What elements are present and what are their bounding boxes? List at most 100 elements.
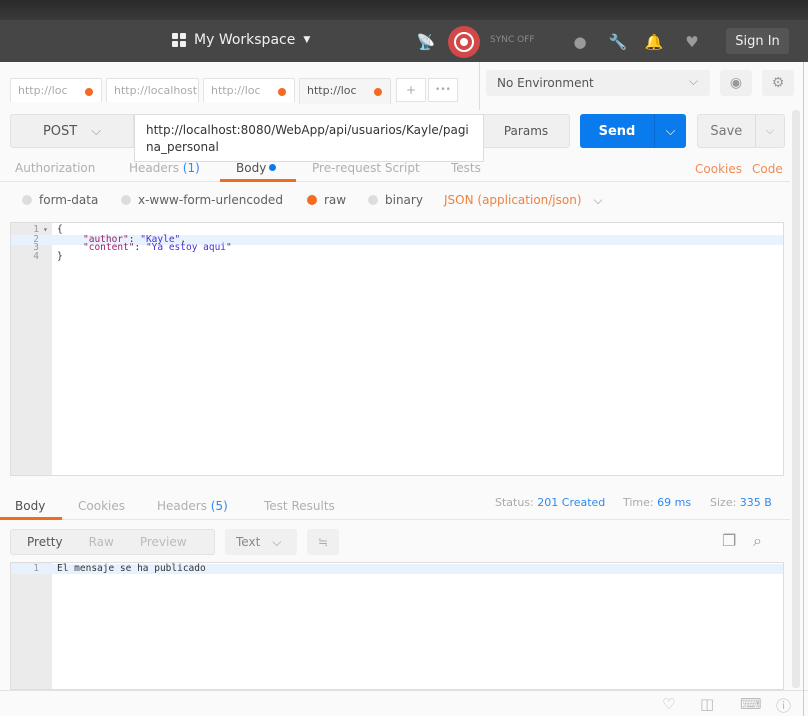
wrench-icon[interactable]: 🔧: [608, 32, 628, 52]
request-tab[interactable]: http://localhost: [106, 78, 199, 102]
two-pane-layout-icon[interactable]: ◫: [700, 695, 714, 713]
tab-test-results[interactable]: Test Results: [264, 499, 335, 513]
workspace-switcher[interactable]: My Workspace ▼: [172, 32, 310, 48]
content-type-select[interactable]: JSON (application/json) ⌵: [444, 193, 603, 208]
request-tab-active[interactable]: http://loc: [299, 78, 391, 104]
response-tabs: Body Cookies Headers (5) Test Results St…: [0, 490, 790, 520]
unsaved-dot-icon: [278, 88, 286, 96]
search-icon[interactable]: ⌕: [753, 531, 762, 551]
tab-headers-label: Headers: [129, 161, 179, 175]
tab-response-headers[interactable]: Headers (5): [157, 499, 228, 513]
view-raw-button[interactable]: Raw: [73, 535, 124, 549]
request-tab[interactable]: http://loc: [10, 78, 102, 102]
gear-icon[interactable]: ⚙: [762, 70, 794, 96]
tab-tests[interactable]: Tests: [451, 161, 481, 175]
lightbulb-icon[interactable]: ♡: [662, 695, 675, 713]
request-tabs-bar: http://loc http://localhost http://loc h…: [0, 62, 480, 110]
request-bar: POST ⌵ http://localhost:8080/WebApp/api/…: [10, 114, 785, 162]
body-type-options: form-data x-www-form-urlencoded raw bina…: [0, 190, 700, 212]
environment-select[interactable]: No Environment ⌵: [486, 70, 710, 96]
sync-status: SYNC OFF: [490, 35, 535, 45]
chevron-down-icon: ⌵: [593, 193, 603, 207]
bell-icon[interactable]: 🔔: [644, 32, 664, 52]
size-value: 335 B: [739, 496, 772, 509]
workspace-grid-icon: [172, 33, 186, 47]
radio-selected-icon: [307, 195, 317, 205]
response-view-segmented: Pretty Raw Preview: [10, 529, 215, 555]
radio-icon: [368, 195, 378, 205]
save-options-chevron-icon[interactable]: ⌵: [754, 115, 784, 147]
response-body-viewer[interactable]: 1 El mensaje se ha publicado: [10, 562, 784, 690]
code-text: {: [57, 224, 63, 235]
response-time: Time: 69 ms: [623, 496, 691, 509]
tab-body-label: Body: [236, 161, 267, 175]
environment-quick-look-eye-icon[interactable]: ◉: [720, 70, 752, 96]
radio-raw[interactable]: raw: [307, 193, 346, 207]
radio-binary[interactable]: binary: [368, 193, 423, 207]
new-tab-button[interactable]: +: [396, 78, 426, 102]
tab-response-cookies[interactable]: Cookies: [78, 499, 125, 513]
tab-body[interactable]: Body: [236, 161, 277, 175]
tab-pre-request-script[interactable]: Pre-request Script: [312, 161, 420, 175]
radio-label: form-data: [39, 193, 99, 207]
copy-icon[interactable]: ❐: [722, 531, 736, 550]
caret-down-icon: ▼: [303, 35, 311, 45]
request-body-editor[interactable]: 1 ▾ { 2 "author": "Kayle", 3 "content": …: [10, 222, 784, 476]
response-format-select[interactable]: Text ⌵: [225, 529, 297, 555]
active-tab-underline: [0, 517, 62, 520]
environment-value: No Environment: [497, 76, 594, 90]
radio-label: raw: [324, 193, 347, 207]
request-tab[interactable]: http://loc: [203, 78, 295, 102]
send-options-chevron-icon[interactable]: ⌵: [654, 114, 686, 148]
app-header: My Workspace ▼ 📡 SYNC OFF ● 🔧 🔔 ♥ Sign I…: [0, 20, 808, 62]
environment-bar: No Environment ⌵ ◉ ⚙: [480, 62, 808, 110]
keyboard-icon[interactable]: ⌨: [740, 695, 762, 713]
tab-authorization[interactable]: Authorization: [15, 161, 95, 175]
url-input[interactable]: http://localhost:8080/WebApp/api/usuario…: [134, 114, 484, 162]
request-tab-label: http://loc: [307, 84, 357, 97]
fold-arrow-icon[interactable]: ▾: [43, 225, 48, 235]
cookies-link[interactable]: Cookies: [695, 162, 742, 176]
line-number: 1: [33, 563, 39, 574]
help-icon[interactable]: ⓘ: [776, 695, 791, 716]
radio-label: x-www-form-urlencoded: [138, 193, 283, 207]
globe-icon[interactable]: ●: [570, 32, 590, 52]
time-label: Time:: [623, 496, 654, 509]
wrap-lines-icon[interactable]: ≒: [307, 529, 339, 555]
view-pretty-button[interactable]: Pretty: [11, 535, 73, 549]
sync-icon[interactable]: [448, 26, 480, 58]
tab-headers[interactable]: Headers (1): [129, 161, 200, 175]
request-tab-label: http://loc: [211, 84, 261, 97]
line-number-gutter: [11, 563, 52, 689]
radio-form-data[interactable]: form-data: [22, 193, 98, 207]
sign-in-button[interactable]: Sign In: [726, 28, 789, 54]
format-value: Text: [236, 535, 261, 549]
chevron-down-icon: ⌵: [272, 534, 282, 549]
code-text: }: [57, 251, 63, 262]
send-button-group: Send ⌵: [580, 114, 686, 148]
time-value: 69 ms: [657, 496, 692, 509]
request-tab-label: http://loc: [18, 84, 68, 97]
window-edge-divider: [803, 62, 804, 716]
save-button[interactable]: Save: [698, 115, 755, 147]
code-line: 4 }: [11, 252, 783, 262]
interceptor-icon[interactable]: 📡: [416, 32, 436, 52]
more-tabs-button[interactable]: •••: [428, 78, 458, 102]
params-button[interactable]: Params: [482, 114, 570, 148]
unsaved-dot-icon: [374, 88, 382, 96]
content-type-value: JSON (application/json): [444, 193, 582, 207]
status-footer: ♡ ◫ ⌨ ⓘ: [0, 690, 808, 716]
response-size: Size: 335 B: [710, 496, 772, 509]
send-button[interactable]: Send: [580, 114, 654, 148]
tab-response-body[interactable]: Body: [15, 499, 45, 513]
code-link[interactable]: Code: [752, 162, 783, 176]
code-line: 1 El mensaje se ha publicado: [11, 564, 783, 574]
chevron-down-icon: ⌵: [688, 74, 698, 88]
view-preview-button[interactable]: Preview: [124, 535, 197, 549]
line-number: 4: [33, 251, 39, 262]
heart-icon[interactable]: ♥: [682, 32, 702, 52]
scrollbar[interactable]: [792, 110, 800, 688]
method-select[interactable]: POST ⌵: [10, 114, 134, 148]
radio-urlencoded[interactable]: x-www-form-urlencoded: [121, 193, 283, 207]
window-title-strip: [0, 0, 808, 20]
